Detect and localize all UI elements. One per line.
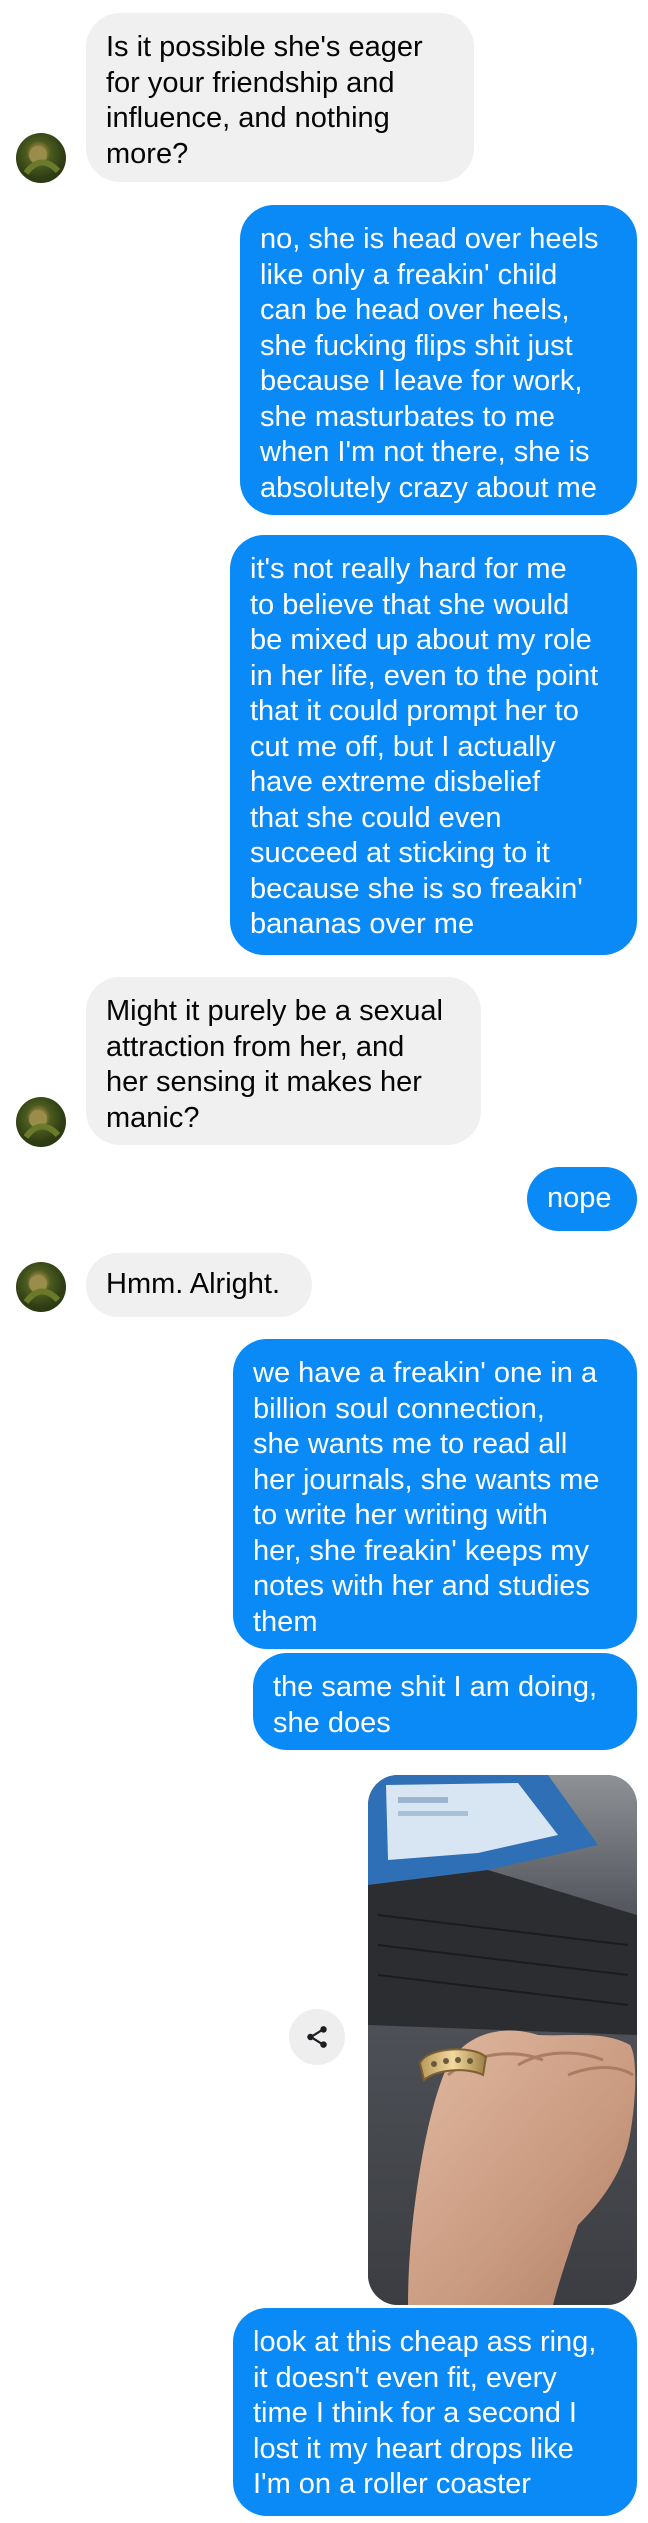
share-button[interactable] [289,2009,345,2065]
message-bubble-outgoing[interactable]: look at this cheap ass ring, it doesn't … [233,2308,637,2516]
message-bubble-outgoing[interactable]: it's not really hard for me to believe t… [230,535,637,955]
message-bubble-outgoing[interactable]: the same shit I am doing, she does [253,1653,637,1750]
share-icon [307,2026,327,2048]
contact-avatar[interactable] [16,1262,66,1312]
photo-attachment[interactable] [368,1775,637,2305]
message-bubble-incoming[interactable]: Hmm. Alright. [86,1253,312,1317]
contact-avatar[interactable] [16,1097,66,1147]
message-bubble-incoming[interactable]: Is it possible she's eager for your frie… [86,13,474,182]
message-bubble-outgoing[interactable]: nope [527,1167,637,1231]
contact-avatar[interactable] [16,133,66,183]
message-bubble-outgoing[interactable]: no, she is head over heels like only a f… [240,205,637,515]
message-bubble-incoming[interactable]: Might it purely be a sexual attraction f… [86,977,481,1145]
message-bubble-outgoing[interactable]: we have a freakin' one in a billion soul… [233,1339,637,1649]
